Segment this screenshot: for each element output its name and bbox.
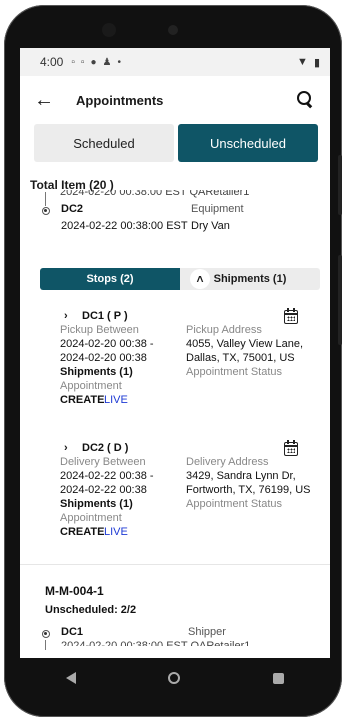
calendar-icon[interactable] <box>284 440 298 456</box>
status-bar: 4:00 ▫ ▫ ● ♟ • ▼ ▮ <box>20 48 330 76</box>
type-value: Dry Van <box>191 220 230 232</box>
appointment-label: Appointment <box>60 380 122 392</box>
stop-location: DC2 <box>61 203 84 215</box>
address-line1: 4055, Valley View Lane, <box>186 338 304 350</box>
dot-icon: • <box>117 56 121 68</box>
pickup-address-label: Pickup Address <box>186 324 262 336</box>
card-id: M-M-004-1 <box>45 584 104 598</box>
timeline-line <box>45 640 46 650</box>
stop-card: › DC1 ( P ) Pickup Between Pickup Addres… <box>20 308 330 440</box>
stop-title[interactable]: DC1 ( P ) <box>82 310 128 322</box>
window-start: 2024-02-22 00:38 - <box>60 470 154 482</box>
window-end: 2024-02-20 00:38 <box>60 352 147 364</box>
app-screen: 4:00 ▫ ▫ ● ♟ • ▼ ▮ ← Appointments Schedu… <box>20 48 330 658</box>
status-time: 4:00 <box>40 55 64 69</box>
nav-recents-icon[interactable] <box>272 672 284 684</box>
partial-card-top: 2024-02-20 00:38:00 EST QARetailer1 DC2 … <box>20 190 330 254</box>
shipments-count: Shipments (1) <box>60 366 133 378</box>
nav-home-icon[interactable] <box>168 672 181 684</box>
tab-stops[interactable]: Stops (2) <box>40 268 180 290</box>
window-end: 2024-02-22 00:38 <box>60 484 147 496</box>
chevron-up-icon[interactable]: ˄ <box>190 269 210 289</box>
delivery-address-label: Delivery Address <box>186 456 269 468</box>
address-line2: Fortworth, TX, 76199, US <box>186 484 311 496</box>
battery-icon: ▮ <box>313 56 320 69</box>
tab-unscheduled[interactable]: Unscheduled <box>178 124 318 162</box>
clipped-line: 2024-02-20 00:38:00 EST QARetailer1 <box>60 190 250 198</box>
clipped-line: 2024-02-20 00:38:00 EST QARetailer1 <box>61 640 251 646</box>
type-label: Equipment <box>191 203 244 215</box>
unscheduled-count: Unscheduled: 2/2 <box>45 604 137 616</box>
dot-icon: ● <box>90 56 97 68</box>
appointment-card[interactable]: M-M-004-1 Unscheduled: 2/2 DC1 Shipper 2… <box>20 564 330 658</box>
nav-back-icon[interactable] <box>66 672 77 684</box>
calendar-icon[interactable] <box>284 308 298 324</box>
chevron-right-icon[interactable]: › <box>64 310 68 322</box>
appointment-label: Appointment <box>60 512 122 524</box>
timeline-dot <box>42 207 50 215</box>
shipments-count: Shipments (1) <box>60 498 133 510</box>
live-badge[interactable]: LIVE <box>104 394 128 406</box>
stop-card: › DC2 ( D ) Delivery Between Delivery Ad… <box>20 440 330 572</box>
detail-tabs: Stops (2) Shipments (1) ˄ <box>40 268 320 290</box>
card-divider <box>20 564 330 565</box>
timeline-dot <box>42 630 50 638</box>
live-badge[interactable]: LIVE <box>104 526 128 538</box>
power-button <box>338 155 342 215</box>
create-button[interactable]: CREATE <box>60 394 104 406</box>
delivery-window-label: Delivery Between <box>60 456 146 468</box>
app-bar: ← Appointments <box>20 76 330 124</box>
timeline-line <box>45 192 46 206</box>
search-icon[interactable] <box>296 90 316 110</box>
stop-location: DC1 <box>61 626 84 638</box>
wifi-icon: ▼ <box>297 55 308 68</box>
system-nav-bar <box>20 658 330 698</box>
tab-scheduled[interactable]: Scheduled <box>34 124 174 162</box>
appt-status-label: Appointment Status <box>186 498 283 510</box>
address-line1: 3429, Sandra Lynn Dr, <box>186 470 296 482</box>
window-start: 2024-02-20 00:38 - <box>60 338 154 350</box>
sim-icon: ▫ <box>71 56 75 68</box>
page-title: Appointments <box>76 92 164 108</box>
volume-button <box>338 255 342 345</box>
chevron-right-icon[interactable]: › <box>64 442 68 454</box>
schedule-segment: Scheduled Unscheduled <box>20 124 330 162</box>
stop-datetime: 2024-02-22 00:38:00 EST <box>61 220 188 232</box>
arrow-left-icon[interactable]: ← <box>34 89 62 112</box>
sensor-icon <box>102 23 116 37</box>
sim-icon: ▫ <box>80 56 85 68</box>
stop-title[interactable]: DC2 ( D ) <box>82 442 128 454</box>
camera-icon <box>168 25 178 35</box>
appt-status-label: Appointment Status <box>186 366 283 378</box>
create-button[interactable]: CREATE <box>60 526 104 538</box>
pickup-window-label: Pickup Between <box>60 324 139 336</box>
pin-icon: ♟ <box>102 56 112 68</box>
role-label: Shipper <box>188 626 226 638</box>
address-line2: Dallas, TX, 75001, US <box>186 352 295 364</box>
